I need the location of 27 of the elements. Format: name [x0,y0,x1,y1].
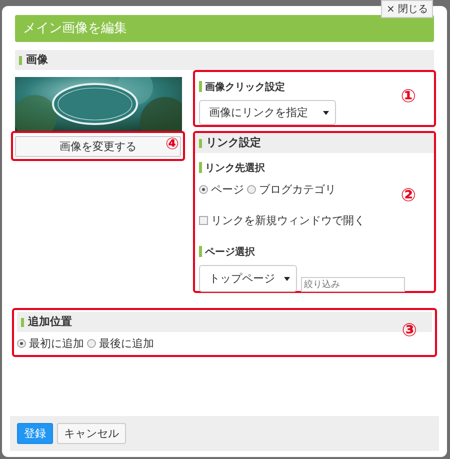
annotation-number: ④ [165,134,179,153]
section-heading: 画像 [15,50,434,70]
checkbox[interactable] [199,216,208,225]
radio-label: 最初に追加 [29,336,84,351]
radio-label: 最後に追加 [99,336,154,351]
annotation-number: ② [400,185,416,206]
radio-button[interactable] [247,185,256,194]
select-value: トップページ [209,271,275,286]
caret-icon [284,276,290,280]
radio-label: ページ [211,182,244,197]
link-type-select[interactable]: 画像にリンクを指定 [199,100,336,125]
page-select[interactable]: トップページ [199,265,297,292]
radio-button[interactable] [199,185,208,194]
dialog-button[interactable]: キャンセル [57,423,126,444]
checkbox-label: リンクを新規ウィンドウで開く [211,213,365,228]
radio-button[interactable] [87,339,96,348]
filter-field[interactable]: 絞り込み [301,277,405,292]
close-button[interactable]: × 閉じる [381,0,433,18]
field-heading: リンク先選択 [199,161,430,175]
radio-button[interactable] [17,339,26,348]
annotation-number: ③ [402,320,417,341]
section-heading: リンク設定 [195,133,434,153]
radio-label: ブログカテゴリ [259,182,336,197]
dialog-title: メイン画像を編集 [15,15,434,42]
field-heading: ページ選択 [199,245,430,259]
caret-icon [323,110,329,114]
select-value: 画像にリンクを指定 [209,105,308,120]
